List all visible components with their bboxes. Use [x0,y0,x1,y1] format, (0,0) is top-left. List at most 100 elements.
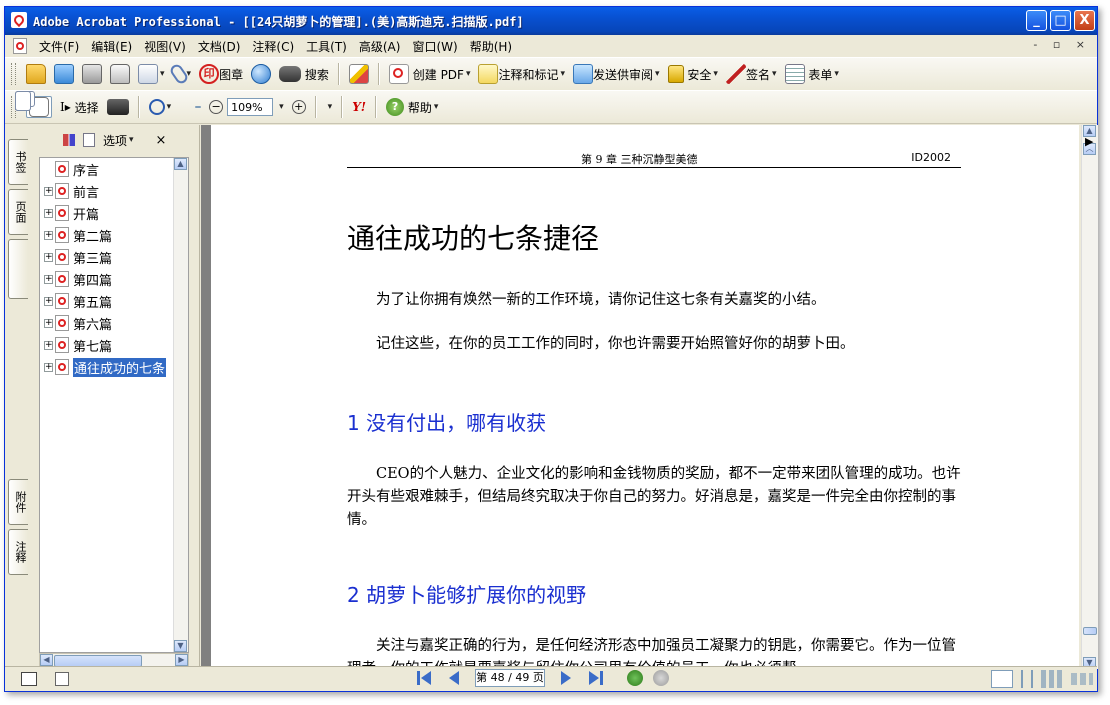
expand-plus-icon[interactable]: + [44,230,53,240]
help-button[interactable]: ? 帮助 ▾ [386,98,438,116]
options-menu-button[interactable]: 选项 ▾ [103,132,134,149]
bookmark-page-icon [55,271,69,287]
bookmark-item[interactable]: + 第六篇 [40,312,188,334]
expand-plus-icon[interactable]: + [44,274,53,284]
bookmark-tree-hscrollbar[interactable]: ◀ ▶ [39,653,189,667]
bookmark-item[interactable]: + 第二篇 [40,224,188,246]
fit-width-button[interactable] [15,91,202,108]
organizer-button[interactable] [54,64,74,84]
facing-layout-icon[interactable] [1041,670,1063,688]
bookmark-item[interactable]: + 第五篇 [40,290,188,312]
save-disk-icon [82,64,102,84]
select-tool-button[interactable]: I▸ 选择 [60,99,99,116]
create-pdf-button[interactable]: 创建 PDF ▾ [388,64,470,84]
zoom-level-input[interactable] [227,98,274,116]
document-scrollbar[interactable]: ▲ ︿ ▼ [1081,125,1098,669]
scroll-up-icon[interactable]: ▲ [174,158,187,170]
minimize-button[interactable]: _ [1026,10,1047,31]
next-view-icon[interactable] [653,670,669,686]
zoom-out-button[interactable]: − [209,100,224,114]
expand-plus-icon[interactable]: + [44,296,53,306]
close-panel-button[interactable]: × [156,133,167,148]
expand-bookmark-button[interactable] [83,133,95,147]
menu-view[interactable]: 视图(V) [138,38,192,55]
stamp-button[interactable]: 印图章 [199,64,243,84]
menu-document[interactable]: 文档(D) [192,38,247,55]
expand-plus-icon[interactable]: + [44,252,53,262]
edit-pen-button[interactable] [348,64,369,84]
email-button[interactable]: ▾ [138,64,165,84]
comment-markup-button[interactable]: 注释和标记 ▾ [478,64,565,84]
document-view[interactable]: 第 9 章 三种沉静型美德 ID2002 通往成功的七条捷径 为了让你拥有焕然一… [201,125,1079,669]
last-page-button[interactable] [585,669,607,687]
single-page-layout-icon[interactable] [991,670,1013,688]
bookmark-item[interactable]: + 第四篇 [40,268,188,290]
expand-plus-icon[interactable]: + [44,340,53,350]
scroll-thumb[interactable] [1083,627,1097,635]
expand-plus-icon[interactable]: + [44,186,53,196]
bookmark-item[interactable]: + 第七篇 [40,334,188,356]
expand-plus-icon[interactable]: + [44,208,53,218]
continuous-layout-icon[interactable] [1021,670,1033,688]
security-button[interactable]: 安全 ▾ [667,65,718,83]
tab-attachments[interactable]: 附件 [8,479,28,525]
bookmark-item[interactable]: + 前言 [40,180,188,202]
page-display-icon[interactable] [21,672,37,686]
tab-pages[interactable]: 页面 [8,189,28,235]
scroll-down-icon[interactable]: ▼ [174,640,187,652]
first-page-button[interactable] [413,669,435,687]
page-properties-icon[interactable] [55,672,69,686]
save-button[interactable] [82,64,102,84]
maximize-button[interactable]: □ [1050,10,1071,31]
bookmark-item[interactable]: + 第三篇 [40,246,188,268]
expand-plus-icon[interactable]: + [44,362,53,372]
sign-button[interactable]: 签名 ▾ [725,64,777,84]
chevron-down-icon: ▾ [279,102,284,112]
web-button[interactable] [251,64,272,84]
previous-view-icon[interactable] [627,670,643,686]
forms-button[interactable]: 表单 ▾ [784,64,839,84]
panel-toggle-icon[interactable]: ▶ [1085,135,1093,148]
zoom-tool-button[interactable]: ▾ [148,99,171,115]
menu-help[interactable]: 帮助(H) [464,38,518,55]
next-page-button[interactable] [555,669,577,687]
attach-button[interactable]: ▾ [167,62,191,86]
bookmark-item[interactable]: + 开篇 [40,202,188,224]
pdf-page[interactable]: 第 9 章 三种沉静型美德 ID2002 通往成功的七条捷径 为了让你拥有焕然一… [211,125,1079,669]
open-button[interactable] [26,64,46,84]
bookmark-tree-scrollbar[interactable]: ▲ ▼ [173,158,188,652]
bookmark-item[interactable]: 序言 [40,158,188,180]
page-number-field[interactable]: 第 48 / 49 页 [475,669,545,687]
close-button[interactable]: X [1074,10,1095,31]
tab-blank[interactable] [8,239,28,299]
tab-comments[interactable]: 注释 [8,529,28,575]
zoom-dropdown[interactable]: ▾ [277,102,284,112]
previous-page-button[interactable] [443,669,465,687]
menu-comments[interactable]: 注释(C) [246,38,300,55]
document-window-controls[interactable]: - ▫ × [1033,38,1091,51]
document-menu-icon[interactable] [13,38,27,54]
scroll-right-icon[interactable]: ▶ [175,654,188,666]
zoom-in-button[interactable]: + [291,100,306,114]
continuous-facing-layout-icon[interactable] [1071,673,1093,685]
expand-plus-icon[interactable]: + [44,318,53,328]
new-bookmark-button[interactable] [63,134,75,146]
tab-bookmarks[interactable]: 书签 [8,139,28,185]
menu-tools[interactable]: 工具(T) [300,38,353,55]
print-button[interactable] [110,64,130,84]
search-button[interactable]: 搜索 [279,66,329,83]
toolbar-grip[interactable] [11,63,16,85]
send-review-button[interactable]: 发送供审阅 ▾ [573,64,660,84]
title-bar[interactable]: Adobe Acrobat Professional - [[24只胡萝卜的管理… [5,7,1097,35]
intro-paragraph-2: 记住这些，在你的员工工作的同时，你也许需要开始照管好你的胡萝卜田。 [376,336,855,352]
bookmark-item-selected[interactable]: + 通往成功的七条 [40,356,188,378]
rotate-view-button[interactable]: ▾ [15,91,332,112]
menu-window[interactable]: 窗口(W) [406,38,463,55]
menu-edit[interactable]: 编辑(E) [85,38,138,55]
snapshot-button[interactable] [106,99,129,115]
menu-file[interactable]: 文件(F) [33,38,85,55]
acrobat-logo-icon[interactable] [11,12,27,28]
menu-advanced[interactable]: 高级(A) [353,38,407,55]
yahoo-button[interactable]: Y! [352,100,366,114]
scroll-left-icon[interactable]: ◀ [40,654,53,666]
